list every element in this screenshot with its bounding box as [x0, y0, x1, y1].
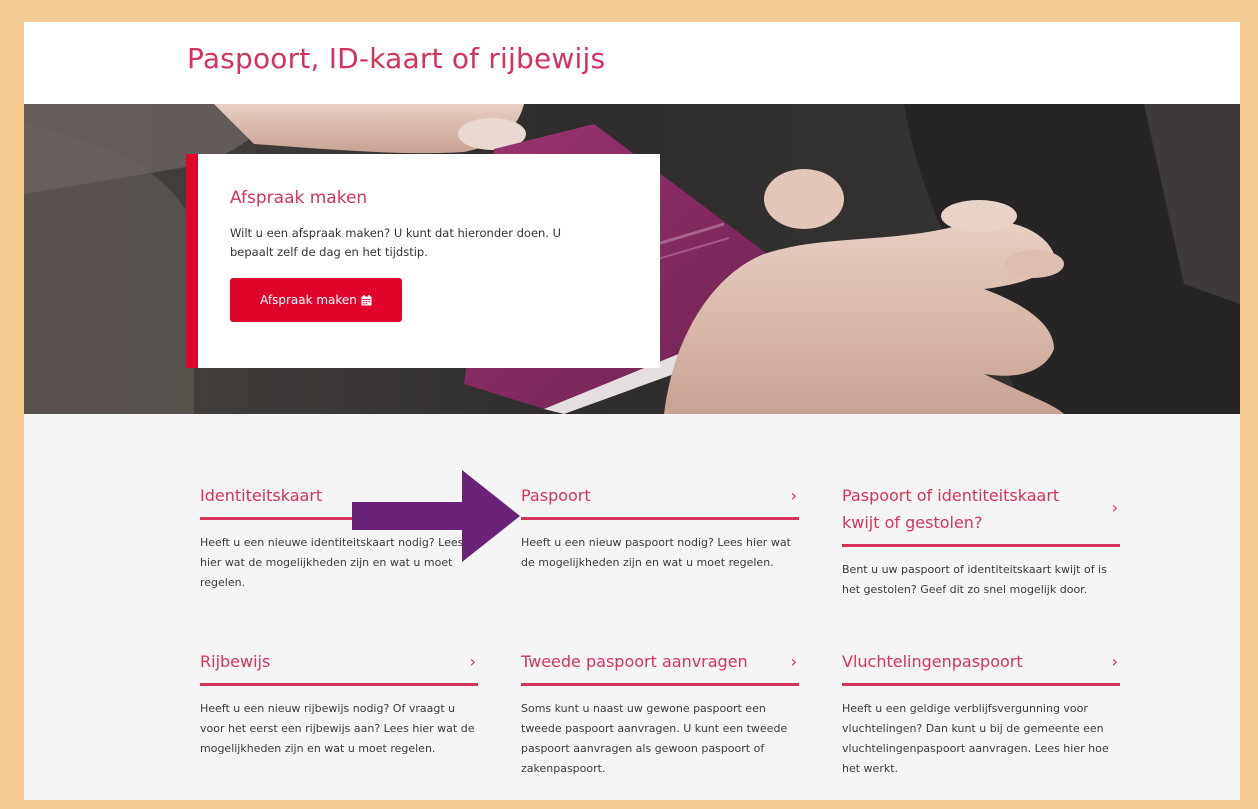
browser-page: Paspoort, ID-kaart of rijbewijs Afspraak… — [24, 22, 1240, 800]
calendar-icon — [361, 294, 372, 306]
hero-banner: Afspraak maken Wilt u een afspraak maken… — [24, 104, 1240, 414]
chevron-right-icon: › — [1111, 498, 1118, 517]
chevron-right-icon: › — [469, 652, 476, 671]
tile-header[interactable]: Paspoort of identiteitskaart kwijt of ge… — [842, 482, 1120, 547]
make-appointment-button-label: Afspraak maken — [260, 293, 357, 307]
tile-description: Heeft u een geldige verblijfsvergunning … — [842, 702, 1109, 775]
tile-description: Bent u uw paspoort of identiteitskaart k… — [842, 563, 1107, 596]
tile-tweede-paspoort[interactable]: Tweede paspoort aanvragen › Soms kunt u … — [521, 648, 799, 779]
appointment-card: Afspraak maken Wilt u een afspraak maken… — [186, 154, 660, 368]
chevron-right-icon: › — [1111, 652, 1118, 671]
tile-description: Heeft u een nieuw rijbewijs nodig? Of vr… — [200, 702, 475, 755]
chevron-right-icon: › — [790, 486, 797, 505]
appointment-card-text: Wilt u een afspraak maken? U kunt dat hi… — [230, 226, 562, 259]
appointment-card-title: Afspraak maken — [230, 188, 368, 208]
chevron-right-icon: › — [790, 652, 797, 671]
tile-header[interactable]: Tweede paspoort aanvragen › — [521, 648, 799, 686]
tile-title[interactable]: Paspoort of identiteitskaart kwijt of ge… — [842, 482, 1092, 536]
page-title: Paspoort, ID-kaart of rijbewijs — [187, 42, 606, 75]
tile-header[interactable]: Rijbewijs › — [200, 648, 478, 686]
tile-description: Heeft u een nieuw paspoort nodig? Lees h… — [521, 536, 791, 569]
tile-title[interactable]: Tweede paspoort aanvragen — [521, 648, 748, 675]
tile-title[interactable]: Vluchtelingenpaspoort — [842, 648, 1023, 675]
tile-title[interactable]: Rijbewijs — [200, 648, 270, 675]
tile-description: Soms kunt u naast uw gewone paspoort een… — [521, 702, 788, 775]
tile-title[interactable]: Paspoort — [521, 482, 591, 509]
make-appointment-button[interactable]: Afspraak maken — [230, 278, 402, 322]
tile-header[interactable]: Vluchtelingenpaspoort › — [842, 648, 1120, 686]
tile-kwijt-of-gestolen[interactable]: Paspoort of identiteitskaart kwijt of ge… — [842, 482, 1120, 600]
tile-title[interactable]: Identiteitskaart — [200, 482, 322, 509]
topic-tiles: Identiteitskaart Heeft u een nieuwe iden… — [24, 414, 1240, 800]
tile-paspoort[interactable]: Paspoort › Heeft u een nieuw paspoort no… — [521, 482, 799, 573]
page-header: Paspoort, ID-kaart of rijbewijs — [24, 22, 1240, 104]
annotation-arrow-icon — [352, 470, 520, 562]
tile-rijbewijs[interactable]: Rijbewijs › Heeft u een nieuw rijbewijs … — [200, 648, 478, 759]
tile-vluchtelingenpaspoort[interactable]: Vluchtelingenpaspoort › Heeft u een geld… — [842, 648, 1120, 779]
tile-header[interactable]: Paspoort › — [521, 482, 799, 520]
